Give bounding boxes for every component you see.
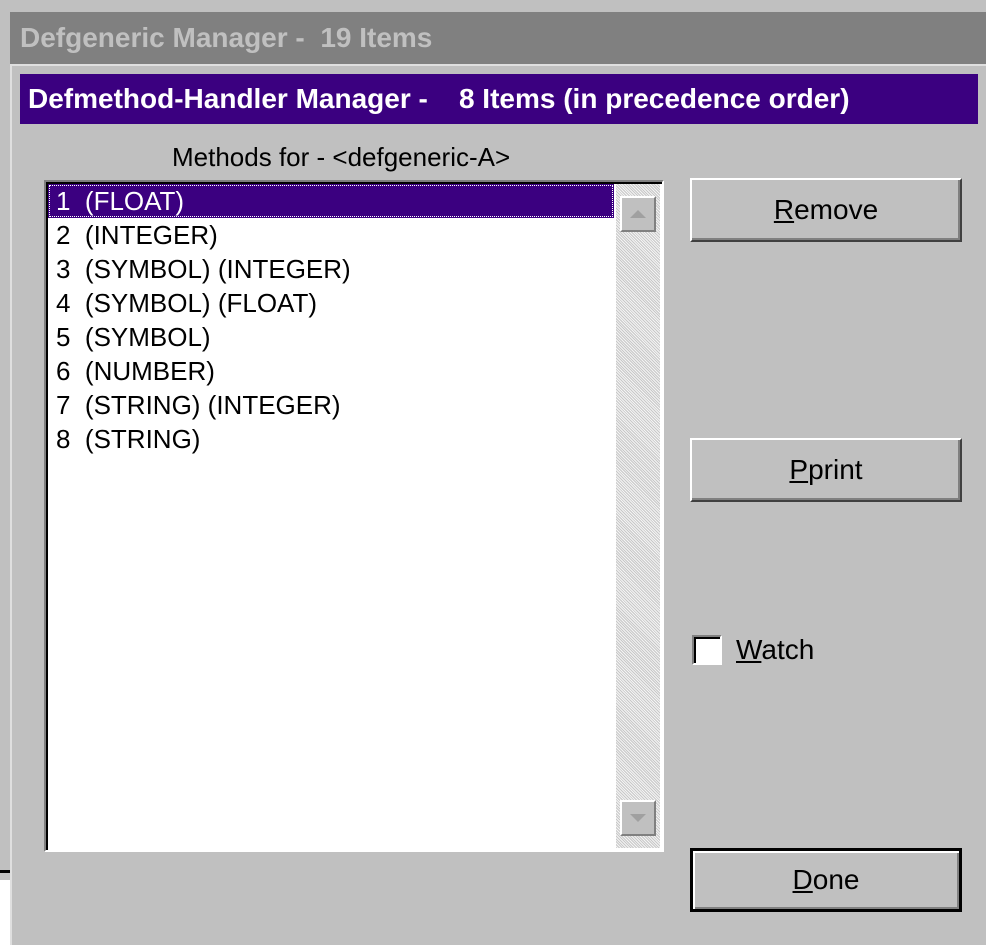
dialog-title-name: Defmethod-Handler Manager	[28, 83, 411, 114]
pprint-label: print	[808, 454, 863, 485]
done-button[interactable]: Done	[690, 848, 962, 912]
arrow-down-icon	[630, 814, 646, 822]
scroll-up-button[interactable]	[620, 196, 656, 232]
method-item-4[interactable]: 4 (SYMBOL) (FLOAT)	[48, 286, 614, 320]
vertical-scrollbar[interactable]	[616, 184, 660, 848]
defmethod-handler-manager-dialog: Defmethod-Handler Manager - 8 Items (in …	[10, 64, 986, 945]
watch-mnemonic: W	[736, 634, 762, 665]
dialog-title-sep: -	[410, 83, 459, 114]
method-item-6[interactable]: 6 (NUMBER)	[48, 354, 614, 388]
remove-label: emove	[794, 194, 879, 225]
dialog-title-bar[interactable]: Defmethod-Handler Manager - 8 Items (in …	[20, 74, 978, 124]
methods-listbox[interactable]: 1 (FLOAT) 2 (INTEGER) 3 (SYMBOL) (INTEGE…	[44, 180, 664, 852]
method-item-3[interactable]: 3 (SYMBOL) (INTEGER)	[48, 252, 614, 286]
remove-button[interactable]: Remove	[690, 178, 962, 242]
defgeneric-manager-title-name: Defgeneric Manager	[20, 22, 288, 53]
scroll-down-button[interactable]	[620, 800, 656, 836]
done-mnemonic: D	[792, 864, 813, 895]
method-item-2[interactable]: 2 (INTEGER)	[48, 218, 614, 252]
method-item-7[interactable]: 7 (STRING) (INTEGER)	[48, 388, 614, 422]
done-label: one	[812, 864, 860, 895]
methods-list-label: Methods for - <defgeneric-A>	[172, 142, 511, 172]
watch-label-text: atch	[761, 634, 815, 665]
remove-mnemonic: R	[773, 194, 795, 225]
watch-checkbox[interactable]	[692, 635, 722, 665]
methods-list: 1 (FLOAT) 2 (INTEGER) 3 (SYMBOL) (INTEGE…	[48, 184, 614, 848]
pprint-mnemonic: P	[789, 454, 809, 485]
arrow-up-icon	[630, 210, 646, 218]
defgeneric-manager-title-sep: -	[287, 22, 321, 53]
watch-checkbox-row[interactable]: Watch	[692, 630, 814, 670]
pprint-button[interactable]: Pprint	[690, 438, 962, 502]
method-item-5[interactable]: 5 (SYMBOL)	[48, 320, 614, 354]
watch-label[interactable]: Watch	[736, 634, 814, 666]
defgeneric-manager-title-bar[interactable]: Defgeneric Manager - 19 Items	[10, 12, 986, 64]
dialog-title-count: 8 Items (in precedence order)	[458, 83, 850, 114]
method-item-1[interactable]: 1 (FLOAT)	[48, 184, 614, 218]
defgeneric-manager-title-count: 19 Items	[320, 22, 433, 53]
method-item-8[interactable]: 8 (STRING)	[48, 422, 614, 456]
